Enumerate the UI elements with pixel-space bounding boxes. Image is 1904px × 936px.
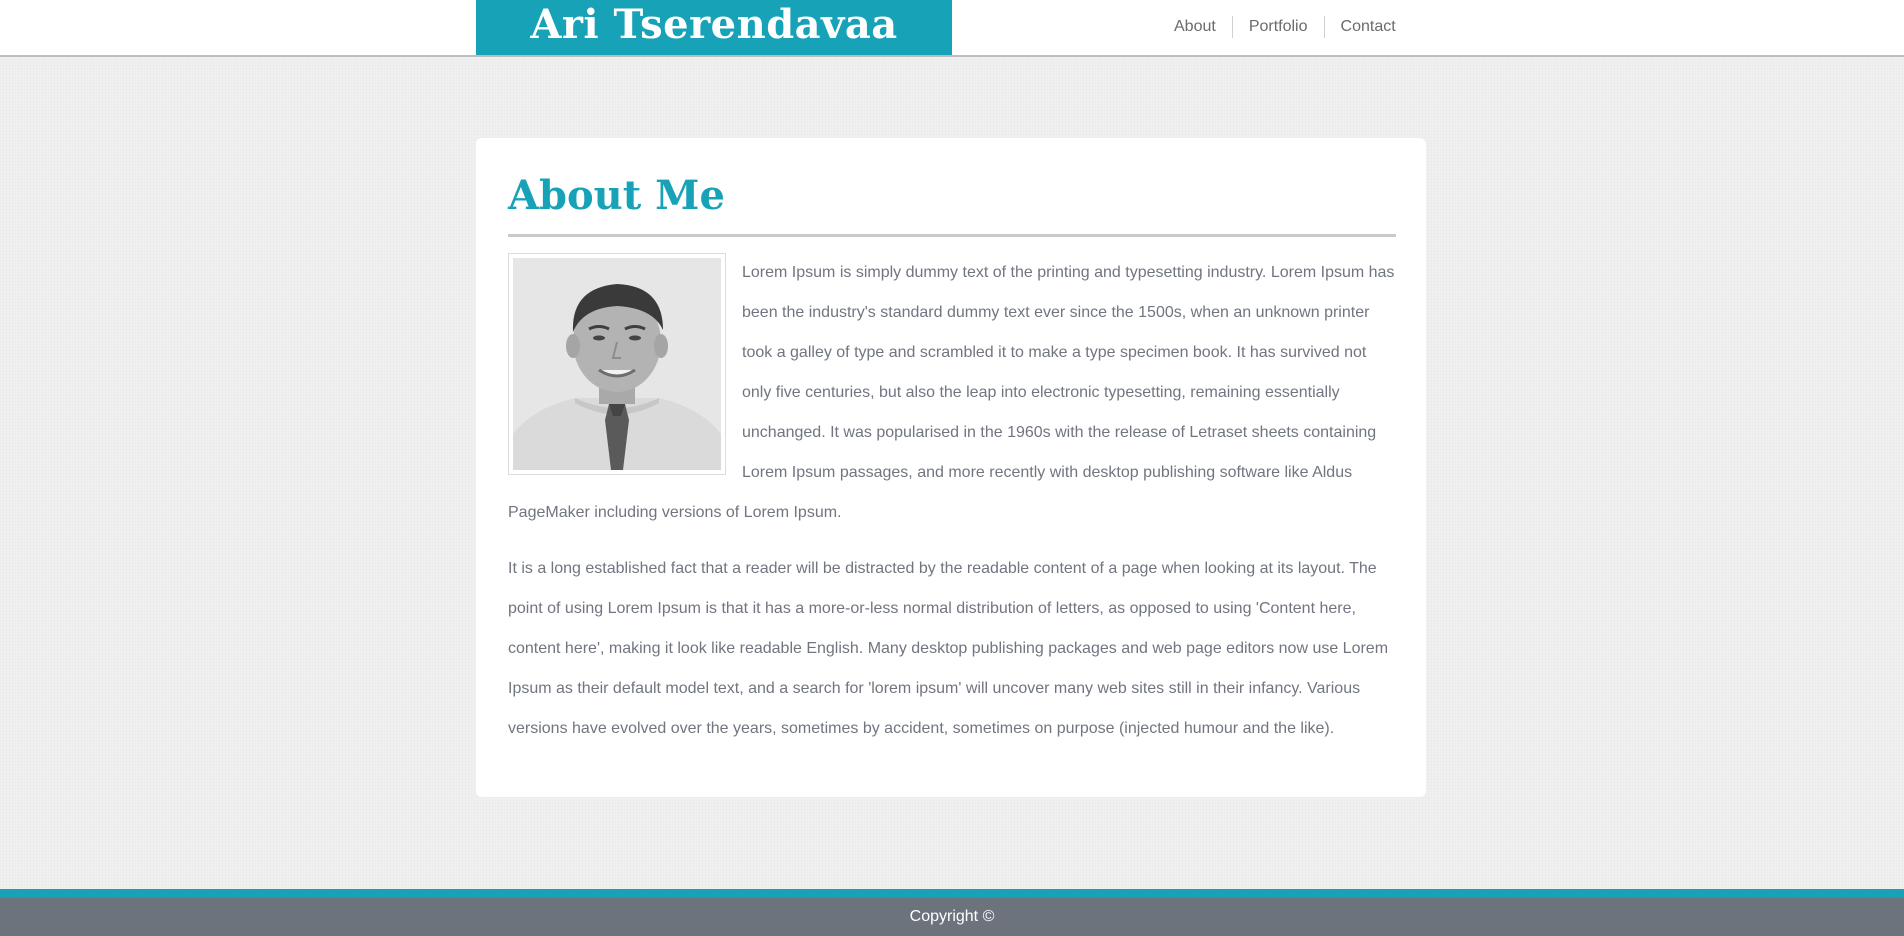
bio-paragraph-2: It is a long established fact that a rea… bbox=[508, 560, 1389, 737]
title-divider bbox=[508, 234, 1396, 237]
about-content: Lorem Ipsum is simply dummy text of the … bbox=[508, 253, 1396, 765]
nav-link-about[interactable]: About bbox=[1158, 16, 1232, 38]
nav-link-portfolio[interactable]: Portfolio bbox=[1231, 16, 1324, 38]
site-brand[interactable]: Ari Tserendavaa bbox=[476, 0, 952, 55]
nav-link-contact[interactable]: Contact bbox=[1323, 16, 1412, 38]
site-header: Ari Tserendavaa About Portfolio Contact bbox=[0, 0, 1904, 57]
profile-photo-frame bbox=[508, 253, 726, 475]
copyright-text: Copyright © bbox=[909, 908, 995, 925]
page-title: About Me bbox=[508, 172, 725, 219]
profile-photo bbox=[513, 258, 721, 470]
main-nav: About Portfolio Contact bbox=[1158, 16, 1412, 38]
site-footer: Copyright © bbox=[0, 889, 1904, 936]
about-card: About Me Lorem Ipsum is simply dummy tex… bbox=[476, 138, 1426, 797]
